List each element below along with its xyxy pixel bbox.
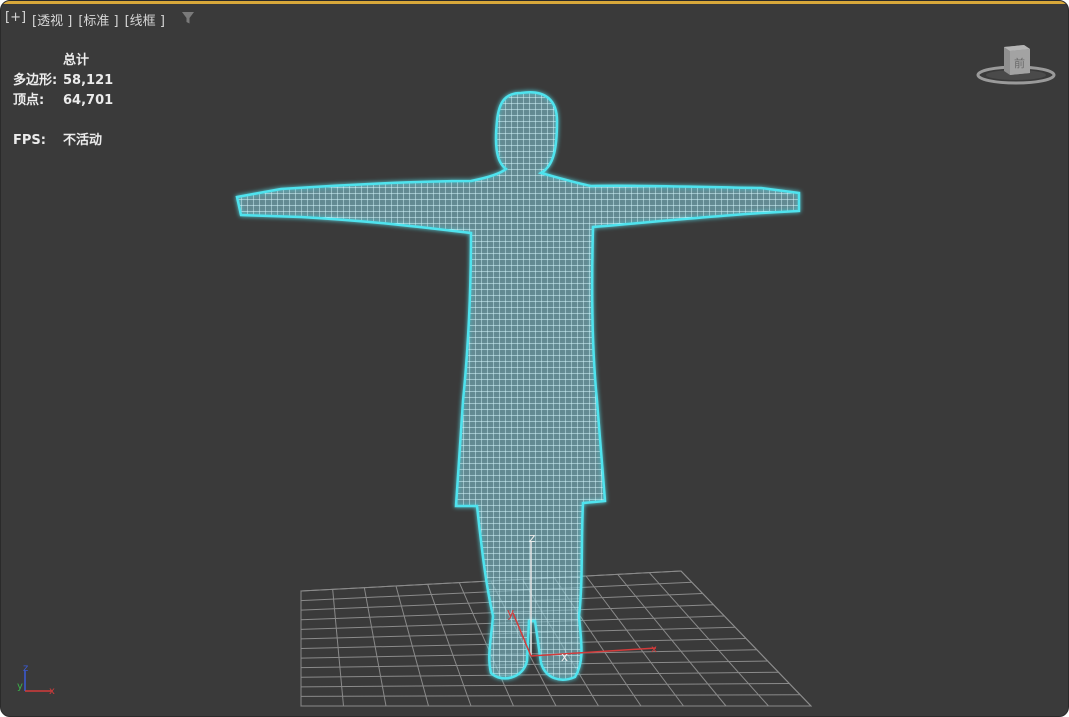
- scene-canvas[interactable]: z y x x: [1, 1, 1069, 717]
- tripod-z-label: z: [23, 663, 28, 674]
- viewcube[interactable]: 前: [976, 39, 1056, 91]
- stats-header: 总计: [63, 53, 90, 68]
- stats-fps-label: FPS:: [13, 133, 46, 148]
- viewport-perspective[interactable]: z y x x [+] [透视 ] [标准 ] [线框 ] 总计 多边形: 58…: [0, 0, 1069, 717]
- filter-icon[interactable]: [181, 11, 195, 25]
- gizmo-z-label: z: [529, 531, 535, 545]
- gizmo-x-label: x: [561, 650, 568, 664]
- tripod-x-label: x: [49, 686, 55, 697]
- world-axis-tripod: z y x: [17, 663, 55, 697]
- viewcube-front-label: 前: [1014, 56, 1025, 70]
- viewport-menu-shading-standard[interactable]: [标准 ]: [78, 10, 118, 29]
- viewport-label-bar: [+] [透视 ] [标准 ] [线框 ]: [5, 10, 165, 29]
- stats-polygons-value: 58,121: [63, 73, 114, 88]
- character-wireframe[interactable]: [235, 90, 801, 681]
- viewport-menu-plus[interactable]: [+]: [5, 10, 26, 29]
- tripod-y-label: y: [17, 681, 23, 692]
- mesh-body[interactable]: [235, 90, 801, 681]
- stats-vertices-label: 顶点:: [13, 93, 45, 108]
- viewport-menu-view[interactable]: [透视 ]: [32, 10, 72, 29]
- stats-polygons-label: 多边形:: [13, 73, 58, 88]
- viewport-menu-display-wireframe[interactable]: [线框 ]: [125, 10, 165, 29]
- gizmo-y-label: y: [507, 606, 514, 620]
- gizmo-x-end-label: x: [651, 644, 657, 655]
- statistics-overlay: 总计 多边形: 58,121 顶点: 64,701 FPS: 不活动: [13, 51, 113, 151]
- stats-vertices-value: 64,701: [63, 93, 114, 108]
- stats-fps-value: 不活动: [63, 133, 103, 148]
